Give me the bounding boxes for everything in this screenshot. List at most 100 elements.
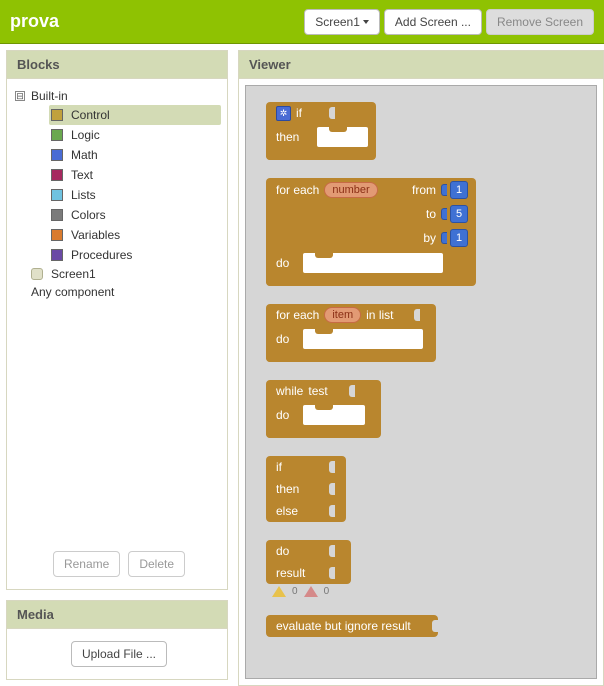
blocks-panel: Blocks ⊟ Built-in Control Logic Math Text Li…	[6, 50, 228, 590]
value-socket[interactable]	[313, 482, 327, 496]
param-item[interactable]: item	[324, 307, 361, 323]
media-panel-header: Media	[7, 601, 227, 629]
blocks-panel-header: Blocks	[7, 51, 227, 79]
sidebar-item-label: Text	[71, 168, 93, 182]
remove-screen-button[interactable]: Remove Screen	[486, 9, 594, 35]
warning-indicators: 0 0	[266, 584, 596, 597]
value-socket[interactable]	[416, 619, 430, 633]
sidebar-item-label: Math	[71, 148, 98, 162]
error-triangle-icon	[304, 586, 318, 597]
rename-button[interactable]: Rename	[53, 551, 120, 577]
screen-select-label: Screen1	[315, 15, 360, 29]
sidebar-item-label: Colors	[71, 208, 106, 222]
category-color-swatch	[51, 149, 63, 161]
media-panel: Media Upload File ...	[6, 600, 228, 680]
warning-count-red: 0	[324, 586, 330, 597]
block-label-do: do	[276, 256, 294, 270]
numlit-value: 1	[450, 181, 468, 199]
screen-icon	[31, 268, 43, 280]
number-literal-to[interactable]: 5	[441, 205, 468, 223]
sidebar-item-control[interactable]: Control	[49, 105, 221, 125]
add-screen-button[interactable]: Add Screen ...	[384, 9, 482, 35]
statement-slot[interactable]	[303, 253, 443, 273]
block-label-while: while	[276, 384, 303, 398]
category-color-swatch	[51, 229, 63, 241]
screen-select-dropdown[interactable]: Screen1	[304, 9, 380, 35]
number-literal-from[interactable]: 1	[441, 181, 468, 199]
sidebar-item-colors[interactable]: Colors	[49, 205, 221, 225]
value-socket[interactable]	[313, 460, 327, 474]
block-label-else: else	[276, 504, 308, 518]
upload-file-button[interactable]: Upload File ...	[71, 641, 167, 667]
warning-count-yellow: 0	[292, 586, 298, 597]
block-for-each-number[interactable]: for each number from 1 to 5	[266, 178, 476, 286]
sidebar-item-math[interactable]: Math	[49, 145, 221, 165]
block-label-do: do	[276, 544, 308, 558]
block-label-then: then	[276, 482, 308, 496]
sidebar-item-label: Control	[71, 108, 110, 122]
param-number[interactable]: number	[324, 182, 377, 198]
sidebar-item-text[interactable]: Text	[49, 165, 221, 185]
app-title: prova	[10, 11, 59, 32]
sidebar-item-procedures[interactable]: Procedures	[49, 245, 221, 265]
sidebar-item-variables[interactable]: Variables	[49, 225, 221, 245]
block-label-to: to	[426, 207, 436, 221]
category-color-swatch	[51, 209, 63, 221]
chevron-down-icon	[363, 20, 369, 24]
sidebar-item-label: Variables	[71, 228, 120, 242]
block-label-if: if	[296, 106, 308, 120]
tree-item-builtin[interactable]: ⊟ Built-in	[13, 87, 221, 105]
sidebar-item-label: Logic	[71, 128, 100, 142]
block-if-then-else[interactable]: if then else	[266, 456, 346, 522]
value-socket[interactable]	[313, 504, 327, 518]
statement-slot[interactable]	[303, 405, 365, 425]
statement-slot[interactable]	[317, 127, 368, 147]
category-color-swatch	[51, 169, 63, 181]
sidebar-item-label: Procedures	[71, 248, 132, 262]
tree-item-label: Built-in	[31, 89, 68, 103]
blocks-canvas[interactable]: ✲ if then for each	[245, 85, 597, 679]
value-socket[interactable]	[398, 308, 412, 322]
block-for-each-list[interactable]: for each item in list do	[266, 304, 436, 362]
collapse-icon[interactable]: ⊟	[15, 91, 25, 101]
category-color-swatch	[51, 129, 63, 141]
numlit-value: 5	[450, 205, 468, 223]
block-if-then[interactable]: ✲ if then	[266, 102, 376, 160]
statement-slot[interactable]	[303, 329, 423, 349]
block-label-if: if	[276, 460, 308, 474]
tree-item-screen1[interactable]: Screen1	[13, 265, 221, 283]
category-color-swatch	[51, 249, 63, 261]
tree-item-anycomponent[interactable]: Any component	[13, 283, 221, 301]
left-column: Blocks ⊟ Built-in Control Logic Math Text Li…	[0, 44, 234, 686]
viewer-panel: Viewer ✲ if then	[238, 50, 604, 686]
block-label-foreach: for each	[276, 183, 319, 197]
viewer-panel-header: Viewer	[239, 51, 603, 79]
block-label-do: do	[276, 408, 294, 422]
blocks-tree: ⊟ Built-in Control Logic Math Text Lists Colo…	[13, 87, 221, 301]
blocks-panel-buttons: Rename Delete	[13, 551, 221, 577]
block-do-result[interactable]: do result	[266, 540, 351, 584]
value-socket[interactable]	[313, 544, 327, 558]
category-color-swatch	[51, 189, 63, 201]
block-while[interactable]: while test do	[266, 380, 381, 438]
value-socket[interactable]	[313, 106, 327, 120]
sidebar-item-lists[interactable]: Lists	[49, 185, 221, 205]
tree-item-label: Screen1	[51, 267, 96, 281]
gear-icon[interactable]: ✲	[276, 106, 291, 121]
delete-button[interactable]: Delete	[128, 551, 185, 577]
block-label-inlist: in list	[366, 308, 393, 322]
main-columns: Blocks ⊟ Built-in Control Logic Math Text Li…	[0, 44, 604, 686]
sidebar-item-logic[interactable]: Logic	[49, 125, 221, 145]
value-socket[interactable]	[333, 384, 347, 398]
block-evaluate-ignore[interactable]: evaluate but ignore result	[266, 615, 438, 637]
right-column: Viewer ✲ if then	[234, 44, 604, 686]
value-socket[interactable]	[313, 566, 327, 580]
number-literal-by[interactable]: 1	[441, 229, 468, 247]
block-label-then: then	[276, 130, 308, 144]
category-color-swatch	[51, 109, 63, 121]
numlit-value: 1	[450, 229, 468, 247]
top-bar: prova Screen1 Add Screen ... Remove Scre…	[0, 0, 604, 44]
block-label-by: by	[423, 231, 436, 245]
tree-item-label: Any component	[31, 285, 114, 299]
block-label-test: test	[308, 384, 327, 398]
